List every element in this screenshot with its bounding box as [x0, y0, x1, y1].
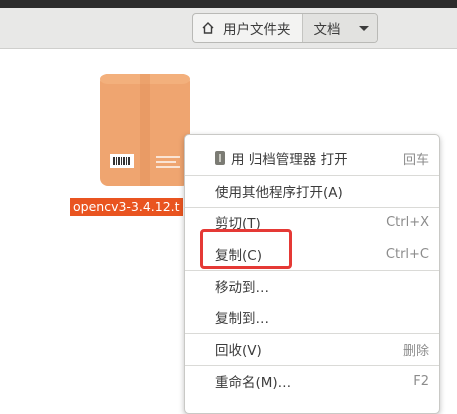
menu-item-accel: 删除 — [402, 343, 429, 359]
menu-item-label: 使用其他程序打开(A) — [215, 185, 343, 201]
breadcrumb-home[interactable]: 用户文件夹 — [193, 14, 302, 42]
menu-item-accel: Ctrl+X — [386, 214, 429, 230]
menu-item-label: 复制到… — [215, 311, 269, 327]
menu-open-with-other[interactable]: 使用其他程序打开(A) — [185, 176, 439, 206]
breadcrumb: 用户文件夹 文档 — [192, 13, 378, 43]
menu-trash[interactable]: 回收(V) 删除 — [185, 334, 439, 364]
breadcrumb-documents-label: 文档 — [313, 22, 341, 38]
menu-rename[interactable]: 重命名(M)… F2 — [185, 366, 439, 396]
file-name-label[interactable]: opencv3-3.4.12.t — [70, 198, 183, 216]
menu-move-to[interactable]: 移动到… — [185, 271, 439, 301]
menu-open-with-archive-manager[interactable]: 用 归档管理器 打开 回车 — [185, 143, 439, 173]
menu-item-label: 回收(V) — [215, 343, 262, 359]
menu-item-accel: Ctrl+C — [385, 246, 429, 262]
home-icon — [202, 22, 214, 34]
menu-item-label: 用 归档管理器 打开 — [231, 152, 348, 168]
breadcrumb-home-label: 用户文件夹 — [223, 22, 291, 38]
menu-item-accel: F2 — [413, 373, 429, 389]
breadcrumb-documents[interactable]: 文档 — [301, 14, 377, 42]
context-menu: 用 归档管理器 打开 回车 使用其他程序打开(A) 剪切(T) Ctrl+X 复… — [184, 134, 440, 414]
menu-item-accel: 回车 — [402, 152, 429, 168]
menu-item-label: 重命名(M)… — [215, 375, 292, 391]
archive-manager-icon — [215, 151, 225, 165]
top-bar — [0, 0, 457, 8]
archive-icon — [100, 74, 190, 186]
menu-item-label: 移动到… — [215, 280, 269, 296]
chevron-down-icon[interactable] — [358, 25, 369, 31]
annotation-highlight-box — [200, 229, 292, 269]
menu-copy-to[interactable]: 复制到… — [185, 302, 439, 332]
header-bar: 用户文件夹 文档 — [0, 8, 457, 49]
